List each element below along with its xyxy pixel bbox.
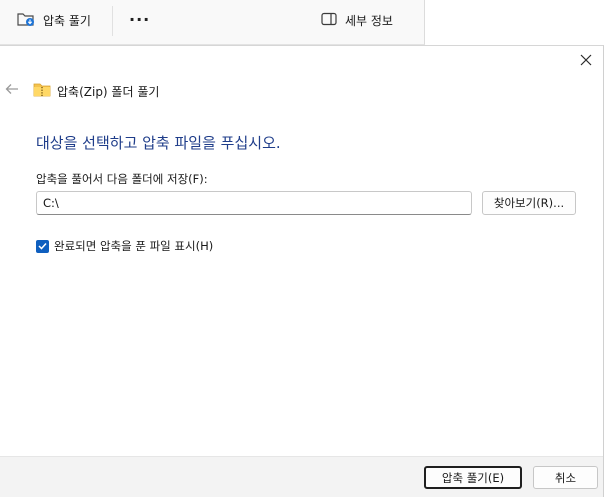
extract-all-toolbar-button[interactable]: 압축 풀기 bbox=[17, 10, 91, 30]
folder-extract-icon bbox=[17, 11, 35, 30]
dialog-title-row: 압축(Zip) 폴더 풀기 bbox=[33, 82, 159, 100]
details-pane-icon bbox=[321, 12, 337, 29]
explorer-toolbar-right: 세부 정보 bbox=[321, 0, 605, 44]
destination-path-input[interactable] bbox=[36, 191, 472, 215]
extract-all-label: 압축 풀기 bbox=[43, 13, 91, 28]
back-button[interactable] bbox=[5, 83, 19, 97]
browse-button[interactable]: 찾아보기(R)... bbox=[482, 191, 576, 215]
dialog-title: 압축(Zip) 폴더 풀기 bbox=[57, 84, 160, 99]
back-arrow-icon bbox=[5, 83, 19, 98]
zip-folder-icon bbox=[33, 82, 51, 100]
extract-zip-dialog: 압축(Zip) 폴더 풀기 대상을 선택하고 압축 파일을 푸십시오. 압축을 … bbox=[0, 45, 604, 497]
destination-label: 압축을 풀어서 다음 폴더에 저장(F): bbox=[36, 172, 208, 186]
checkmark-icon bbox=[38, 239, 47, 253]
more-icon[interactable]: ··· bbox=[129, 10, 150, 29]
extract-button[interactable]: 압축 풀기(E) bbox=[424, 466, 522, 489]
toolbar-separator bbox=[112, 6, 113, 36]
instruction-heading: 대상을 선택하고 압축 파일을 푸십시오. bbox=[36, 134, 281, 152]
show-files-label: 완료되면 압축을 푼 파일 표시(H) bbox=[54, 239, 214, 253]
show-files-option[interactable]: 완료되면 압축을 푼 파일 표시(H) bbox=[36, 238, 213, 254]
details-pane-button[interactable]: 세부 정보 bbox=[321, 10, 393, 30]
cancel-button[interactable]: 취소 bbox=[533, 466, 598, 489]
dialog-footer: 압축 풀기(E) 취소 bbox=[0, 456, 603, 497]
close-icon bbox=[580, 54, 592, 69]
show-files-checkbox[interactable] bbox=[36, 239, 49, 253]
details-label: 세부 정보 bbox=[345, 13, 393, 28]
close-button[interactable] bbox=[575, 50, 597, 72]
